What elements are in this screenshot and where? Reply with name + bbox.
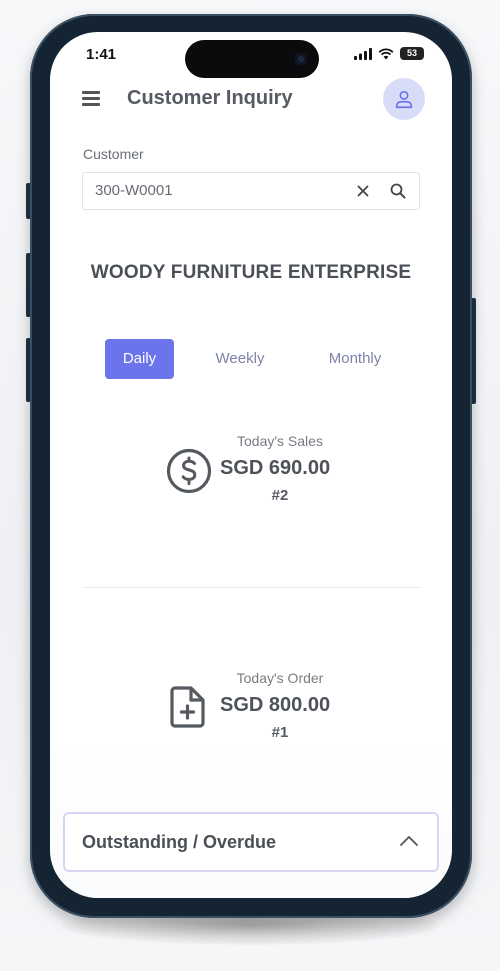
sales-value: SGD 690.00	[220, 457, 331, 479]
search-icon[interactable]	[389, 182, 407, 200]
close-icon[interactable]	[355, 183, 371, 199]
wifi-icon	[378, 47, 394, 59]
outstanding-accordion[interactable]: Outstanding / Overdue	[63, 812, 439, 872]
page-title: Customer Inquiry	[127, 87, 293, 109]
order-label: Today's Order	[236, 670, 324, 686]
user-icon	[395, 90, 413, 109]
tab-daily[interactable]: Daily	[105, 339, 174, 379]
accordion-title: Outstanding / Overdue	[82, 832, 277, 852]
period-tabs: Daily Weekly Monthly	[105, 339, 405, 379]
customer-label: Customer	[83, 146, 144, 162]
order-count: #1	[271, 724, 289, 741]
tab-weekly[interactable]: Weekly	[200, 339, 280, 379]
battery-icon: 53	[400, 47, 424, 60]
menu-icon[interactable]	[82, 91, 102, 107]
file-plus-icon	[170, 686, 205, 728]
camera-icon	[295, 53, 307, 65]
avatar[interactable]	[383, 78, 425, 120]
signal-icon	[354, 47, 372, 60]
divider	[84, 587, 420, 588]
company-name: WOODY FURNITURE ENTERPRISE	[90, 262, 412, 283]
tab-monthly[interactable]: Monthly	[310, 339, 400, 379]
customer-input[interactable]	[95, 182, 335, 199]
dollar-circle-icon	[166, 448, 212, 494]
sales-label: Today's Sales	[237, 433, 323, 449]
phone-screen: 1:41 53 Customer Inquiry Customer 300-W0…	[50, 32, 452, 898]
status-time: 1:41	[86, 46, 117, 63]
dynamic-island	[185, 40, 319, 78]
status-indicators: 53	[354, 47, 424, 60]
order-value: SGD 800.00	[220, 694, 331, 716]
customer-search-field[interactable]	[82, 172, 420, 210]
app-header: Customer Inquiry	[50, 78, 452, 120]
chevron-up-icon[interactable]	[399, 834, 419, 848]
sales-count: #2	[271, 487, 289, 504]
